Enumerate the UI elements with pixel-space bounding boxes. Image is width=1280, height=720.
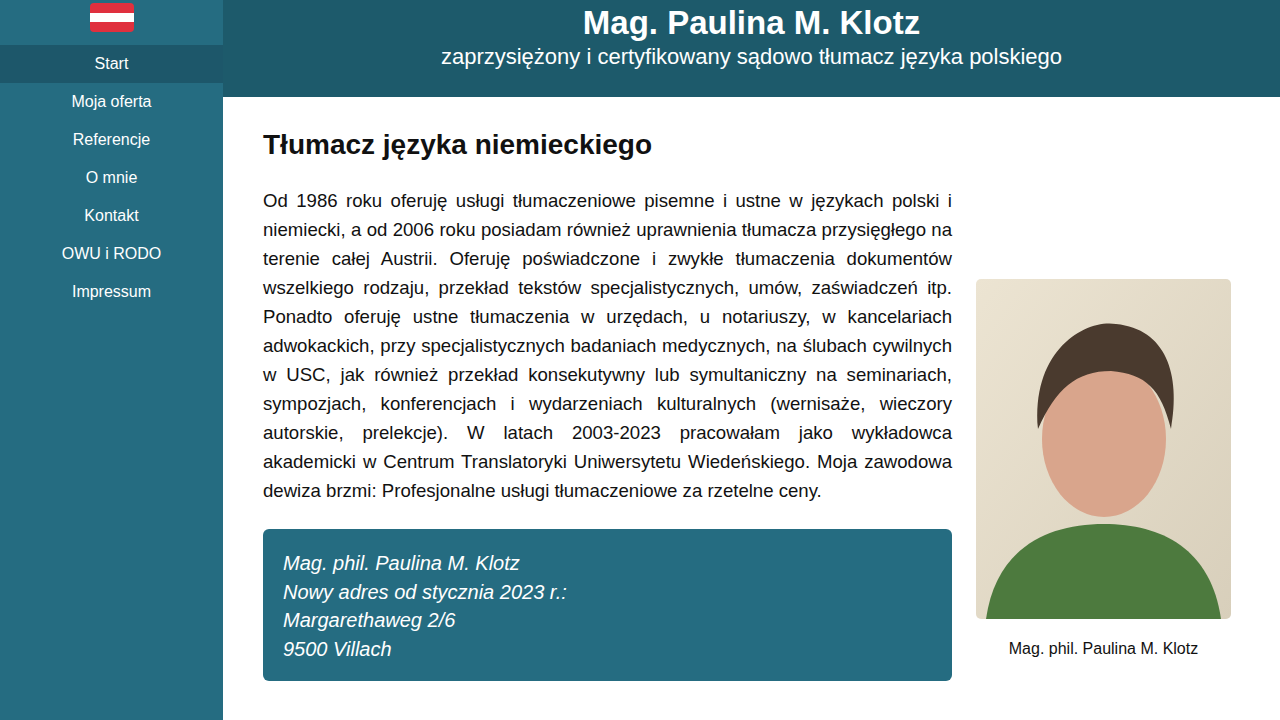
sidebar-menu: StartMoja ofertaReferencjeO mnieKontaktO…: [0, 45, 223, 311]
sidebar-item[interactable]: Start: [0, 45, 223, 83]
sidebar-item[interactable]: Impressum: [0, 273, 223, 311]
sidebar-item[interactable]: OWU i RODO: [0, 235, 223, 273]
site-title: Mag. Paulina M. Klotz: [235, 4, 1268, 42]
site-subtitle: zaprzysiężony i certyfikowany sądowo tłu…: [235, 42, 1268, 72]
portrait-photo: [976, 279, 1231, 619]
sidebar-item[interactable]: Referencje: [0, 121, 223, 159]
sidebar: StartMoja ofertaReferencjeO mnieKontaktO…: [0, 0, 223, 720]
sidebar-item[interactable]: Moja oferta: [0, 83, 223, 121]
address-line: Mag. phil. Paulina M. Klotz: [283, 549, 932, 578]
intro-paragraph: Od 1986 roku oferuję usługi tłumaczeniow…: [263, 186, 952, 505]
address-line: Nowy adres od stycznia 2023 r.:: [283, 578, 932, 607]
sidebar-item[interactable]: O mnie: [0, 159, 223, 197]
austrian-flag-icon[interactable]: [90, 3, 134, 45]
address-line: 9500 Villach: [283, 635, 932, 664]
sidebar-item[interactable]: Kontakt: [0, 197, 223, 235]
address-box: Mag. phil. Paulina M. KlotzNowy adres od…: [263, 529, 952, 681]
address-line: Margarethaweg 2/6: [283, 606, 932, 635]
page-heading: Tłumacz języka niemieckiego: [263, 128, 952, 162]
page-header: Mag. Paulina M. Klotz zaprzysiężony i ce…: [223, 0, 1280, 97]
photo-caption: Mag. phil. Paulina M. Klotz: [976, 637, 1231, 661]
